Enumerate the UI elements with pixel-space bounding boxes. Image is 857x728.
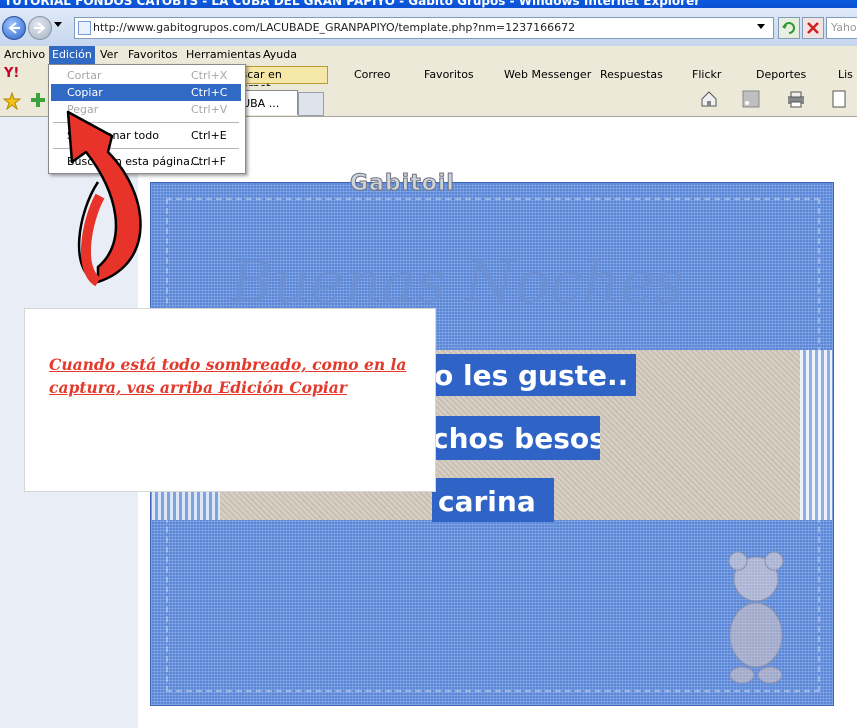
search-placeholder: Yaho	[831, 21, 857, 34]
menu-bar: Archivo Edición Ver Favoritos Herramient…	[0, 46, 857, 65]
toolbar-deportes[interactable]: Deportes	[756, 68, 806, 81]
message-line-2: chos besos	[430, 416, 600, 460]
search-input[interactable]: Yaho	[826, 17, 857, 39]
menu-archivo[interactable]: Archivo	[4, 48, 45, 61]
toolbar-favoritos[interactable]: Favoritos	[424, 68, 474, 81]
forward-arrow-icon	[34, 22, 46, 34]
page-icon	[78, 21, 91, 35]
page-menu-icon[interactable]	[832, 90, 846, 108]
stop-icon	[807, 22, 819, 34]
refresh-icon	[782, 22, 795, 34]
history-dropdown-icon[interactable]	[54, 22, 62, 27]
menu-ver[interactable]: Ver	[100, 48, 118, 61]
menu-edicion[interactable]: Edición	[49, 46, 95, 64]
toolbar-respuestas[interactable]: Respuestas	[600, 68, 663, 81]
back-button[interactable]	[2, 16, 26, 40]
favorites-star-icon[interactable]	[3, 92, 21, 110]
menu-herramientas[interactable]: Herramientas	[186, 48, 261, 61]
forward-button[interactable]	[28, 16, 52, 40]
message-line-1: o les guste..	[430, 354, 636, 396]
teddy-bear-illustration	[728, 551, 784, 684]
stop-button[interactable]	[802, 17, 824, 39]
back-arrow-icon	[8, 22, 20, 34]
site-logo: Gabitoil	[350, 171, 455, 197]
home-icon[interactable]	[700, 90, 718, 108]
menu-favoritos[interactable]: Favoritos	[128, 48, 178, 61]
instruction-text: Cuando está todo sombreado, como en la c…	[49, 355, 407, 397]
refresh-button[interactable]	[778, 17, 800, 39]
rss-feed-icon[interactable]	[742, 90, 760, 108]
instruction-note: Cuando está todo sombreado, como en la c…	[24, 308, 436, 492]
toolbar-web-messenger[interactable]: Web Messenger	[504, 68, 591, 81]
menu-ayuda[interactable]: Ayuda	[263, 48, 297, 61]
print-icon[interactable]	[786, 90, 806, 108]
red-curved-arrow-icon	[66, 110, 142, 287]
toolbar-lis[interactable]: Lis	[838, 68, 853, 81]
address-field[interactable]: http://www.gabitogrupos.com/LACUBADE_GRA…	[74, 17, 774, 39]
address-url: http://www.gabitogrupos.com/LACUBADE_GRA…	[93, 21, 576, 34]
new-tab-button[interactable]	[298, 92, 324, 116]
yahoo-logo-icon[interactable]: Y!	[4, 66, 19, 81]
window-title: TUTORIAL FONDOS CATOBTS - LA CUBA DEL GR…	[4, 0, 701, 8]
address-dropdown-icon[interactable]	[757, 24, 765, 29]
menu-item-cortar[interactable]: Cortar Ctrl+X	[51, 67, 241, 84]
address-toolbar: http://www.gabitogrupos.com/LACUBADE_GRA…	[0, 8, 857, 46]
toolbar-flickr[interactable]: Flickr	[692, 68, 721, 81]
message-line-3: carina	[432, 478, 554, 522]
stationery-pillar-right	[800, 350, 832, 520]
window-title-bar: TUTORIAL FONDOS CATOBTS - LA CUBA DEL GR…	[0, 0, 857, 8]
toolbar-correo[interactable]: Correo	[354, 68, 391, 81]
stationery-heading: Buenas Noches	[230, 248, 685, 316]
